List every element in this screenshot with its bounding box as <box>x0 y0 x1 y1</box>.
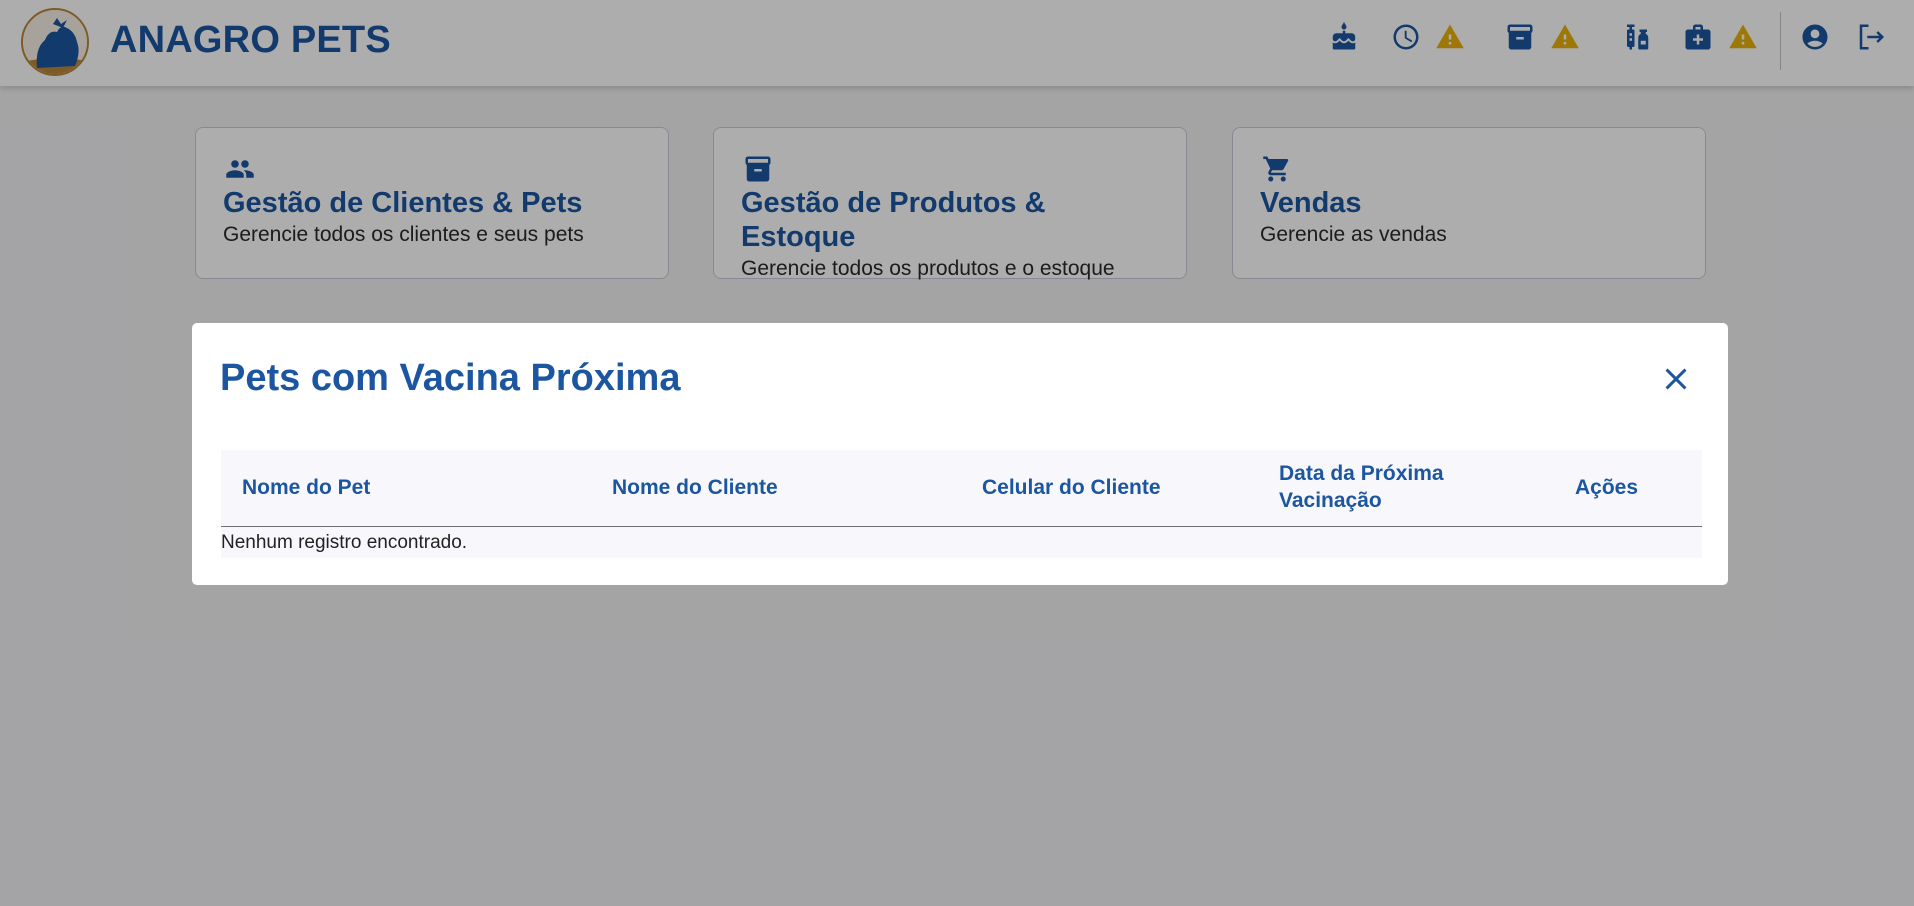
column-header-next-vaccine-date[interactable]: Data da Próxima Vacinação <box>1279 460 1469 514</box>
column-header-actions: Ações <box>1575 476 1639 499</box>
dialog-title: Pets com Vacina Próxima <box>220 357 681 399</box>
table-body: Nenhum registro encontrado. <box>221 527 1702 558</box>
table-header: Nome do Pet Nome do Cliente Celular do C… <box>221 450 1702 527</box>
close-icon <box>1665 368 1687 390</box>
column-header-client-phone[interactable]: Celular do Cliente <box>982 474 1161 501</box>
upcoming-vaccines-dialog: Pets com Vacina Próxima Nome do Pet Nome… <box>192 323 1728 585</box>
column-header-client-name[interactable]: Nome do Cliente <box>612 474 778 501</box>
column-header-pet-name[interactable]: Nome do Pet <box>242 474 370 501</box>
close-button[interactable] <box>1658 361 1694 397</box>
empty-message: Nenhum registro encontrado. <box>221 532 468 553</box>
vaccines-table: Nome do Pet Nome do Cliente Celular do C… <box>221 450 1702 558</box>
